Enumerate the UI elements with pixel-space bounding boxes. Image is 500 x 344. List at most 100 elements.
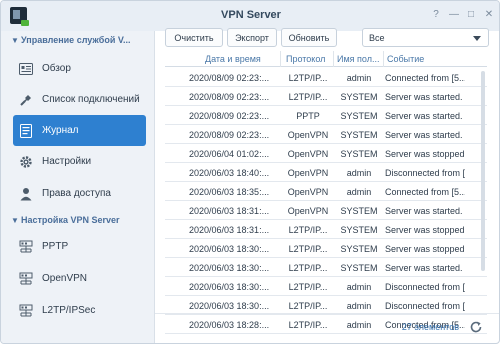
cell-username: SYSTEM (340, 111, 378, 121)
help-icon[interactable]: ? (430, 9, 442, 21)
title-bar: VPN Server ? — □ ✕ (1, 1, 499, 31)
cell-protocol: OpenVPN (287, 206, 329, 216)
cell-protocol: L2TP/IP... (288, 92, 328, 102)
cell-datetime: 2020/06/03 18:30:... (189, 244, 270, 254)
cell-protocol: OpenVPN (287, 149, 329, 159)
table-row[interactable]: 2020/08/09 02:23:... L2TP/IP... admin Conne… (165, 68, 487, 87)
sidebar-item-label: L2TP/IPSec (42, 305, 96, 316)
cell-username: admin (346, 168, 372, 178)
sidebar-item-access-rights[interactable]: Права доступа (13, 178, 146, 209)
cell-datetime: 2020/06/03 18:31:... (189, 206, 270, 216)
cell-protocol: OpenVPN (287, 130, 329, 140)
table-row[interactable]: 2020/08/09 02:23:... PPTP SYSTEM Server was… (165, 106, 487, 125)
column-header-event[interactable]: Событие (387, 54, 467, 64)
minimize-icon[interactable]: — (448, 9, 460, 21)
column-header-datetime[interactable]: Дата и время (205, 54, 277, 64)
cell-protocol: OpenVPN (287, 187, 329, 197)
sidebar-item-label: PPTP (42, 241, 69, 252)
cell-event: Server was stopped. (385, 244, 465, 254)
table-row[interactable]: 2020/06/03 18:40:... OpenVPN admin Disconne… (165, 163, 487, 182)
column-header-protocol[interactable]: Протокол (286, 54, 332, 64)
sidebar-item-label: Права доступа (42, 188, 111, 199)
sidebar-item-label: Обзор (42, 63, 71, 74)
event-filter-value: Все (369, 33, 385, 43)
table-header: Дата и время Протокол Имя пол... Событие (165, 51, 487, 67)
window-title: VPN Server (221, 9, 281, 21)
cell-username: admin (346, 301, 372, 311)
vpn-server-window: VPN Server ? — □ ✕ ▼ Управление службой V… (0, 0, 500, 344)
table-footer: 27 элементов (155, 313, 499, 343)
cell-datetime: 2020/06/03 18:30:... (189, 263, 270, 273)
chevron-down-icon: ▼ (11, 216, 19, 225)
refresh-icon[interactable] (469, 320, 483, 334)
column-header-username[interactable]: Имя пол... (337, 54, 383, 64)
table-row[interactable]: 2020/08/09 02:23:... OpenVPN SYSTEM Server … (165, 125, 487, 144)
cell-datetime: 2020/08/09 02:23:... (189, 92, 270, 102)
sidebar-section-vpn-config[interactable]: ▼ Настройка VPN Server (11, 215, 120, 231)
cell-username: SYSTEM (340, 92, 378, 102)
cell-event: Server was started. (385, 206, 463, 216)
cell-datetime: 2020/06/03 18:40:... (189, 168, 270, 178)
network-icon (19, 240, 33, 254)
user-icon (19, 187, 33, 201)
cell-event: Server was started. (385, 111, 463, 121)
maximize-icon[interactable]: □ (465, 9, 477, 21)
clear-button[interactable]: Очистить (165, 28, 223, 47)
cell-username: SYSTEM (340, 149, 378, 159)
table-row[interactable]: 2020/06/03 18:31:... L2TP/IP... SYSTEM Serv… (165, 220, 487, 239)
cell-username: SYSTEM (340, 225, 378, 235)
cell-event: Connected from [5.... (385, 187, 465, 197)
cell-event: Server was started. (385, 130, 463, 140)
close-icon[interactable]: ✕ (483, 9, 495, 21)
scrollbar[interactable] (481, 71, 485, 271)
cell-username: admin (346, 187, 372, 197)
cell-datetime: 2020/08/09 02:23:... (189, 111, 270, 121)
table-row[interactable]: 2020/08/09 02:23:... L2TP/IP... SYSTEM Serv… (165, 87, 487, 106)
sidebar-section-service-management[interactable]: ▼ Управление службой V... (11, 35, 131, 51)
cell-event: Disconnected from [... (385, 282, 465, 292)
cell-event: Server was stopped. (385, 149, 465, 159)
network-icon (19, 304, 33, 318)
sidebar-item-pptp[interactable]: PPTP (13, 231, 146, 262)
refresh-button[interactable]: Обновить (281, 28, 337, 47)
cell-event: Connected from [5.... (385, 73, 465, 83)
cell-username: admin (346, 73, 372, 83)
cell-datetime: 2020/06/03 18:31:... (189, 225, 270, 235)
sidebar-item-connection-list[interactable]: Список подключений (13, 84, 146, 115)
export-button[interactable]: Экспорт (227, 28, 277, 47)
sidebar-item-label: OpenVPN (42, 273, 88, 284)
cell-datetime: 2020/06/03 18:35:... (189, 187, 270, 197)
table-row[interactable]: 2020/06/03 18:35:... OpenVPN admin Connecte… (165, 182, 487, 201)
cell-event: Disconnected from [... (385, 168, 465, 178)
event-filter-select[interactable]: Все (362, 28, 489, 47)
table-row[interactable]: 2020/06/03 18:31:... OpenVPN SYSTEM Server … (165, 201, 487, 220)
cell-event: Server was started. (385, 92, 463, 102)
cell-username: SYSTEM (340, 206, 378, 216)
table-row[interactable]: 2020/06/04 01:02:... OpenVPN SYSTEM Server … (165, 144, 487, 163)
table-row[interactable]: 2020/06/03 18:30:... L2TP/IP... SYSTEM Serv… (165, 258, 487, 277)
cell-protocol: PPTP (296, 111, 320, 121)
sidebar-item-log[interactable]: Журнал (13, 115, 146, 146)
cell-datetime: 2020/06/03 18:30:... (189, 282, 270, 292)
sidebar-item-label: Журнал (42, 125, 79, 136)
sidebar: ▼ Управление службой V... Обзор Список по… (1, 31, 155, 343)
overview-icon (19, 62, 33, 76)
cell-protocol: L2TP/IP... (288, 263, 328, 273)
cell-protocol: L2TP/IP... (288, 73, 328, 83)
table-row[interactable]: 2020/06/03 18:30:... L2TP/IP... SYSTEM Serv… (165, 239, 487, 258)
chevron-down-icon (473, 36, 481, 41)
table-row[interactable]: 2020/06/03 18:30:... L2TP/IP... admin Disco… (165, 277, 487, 296)
cell-event: Server was started. (385, 263, 463, 273)
log-icon (19, 123, 33, 138)
cell-datetime: 2020/06/04 01:02:... (189, 149, 270, 159)
cell-protocol: L2TP/IP... (288, 244, 328, 254)
chevron-down-icon: ▼ (11, 36, 19, 45)
sidebar-item-overview[interactable]: Обзор (13, 53, 146, 84)
cell-datetime: 2020/06/03 18:30:... (189, 301, 270, 311)
sidebar-item-l2tp-ipsec[interactable]: L2TP/IPSec (13, 295, 146, 326)
cell-datetime: 2020/08/09 02:23:... (189, 130, 270, 140)
sidebar-item-settings[interactable]: Настройки (13, 146, 146, 177)
sidebar-item-openvpn[interactable]: OpenVPN (13, 263, 146, 294)
sidebar-item-label: Список подключений (42, 94, 140, 105)
cell-protocol: L2TP/IP... (288, 282, 328, 292)
